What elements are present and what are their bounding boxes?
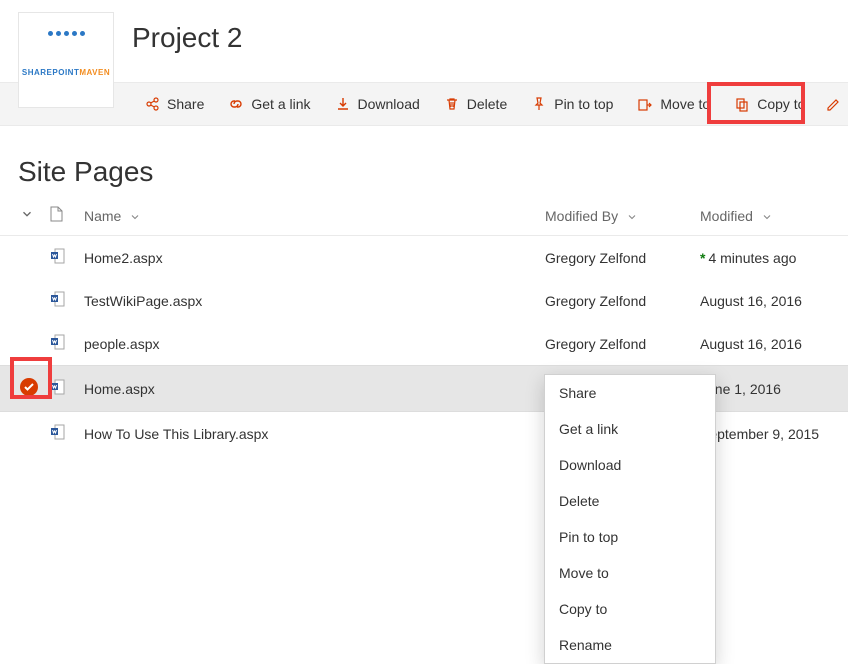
cmd-get-link[interactable]: Get a link bbox=[216, 83, 322, 125]
modified-date: August 16, 2016 bbox=[700, 293, 802, 309]
table-row[interactable]: TestWikiPage.aspx Gregory Zelfond August 1… bbox=[0, 279, 848, 322]
file-name[interactable]: Home2.aspx bbox=[84, 250, 163, 266]
link-icon bbox=[228, 96, 244, 112]
ctx-delete[interactable]: Delete bbox=[545, 483, 715, 519]
cmd-more-cut[interactable]: R bbox=[817, 83, 848, 125]
col-mod-label: Modified bbox=[700, 208, 753, 224]
chevron-down-icon bbox=[129, 211, 141, 223]
edit-icon bbox=[825, 96, 841, 112]
modified-by: Gregory Zelfond bbox=[545, 250, 646, 266]
header-row: Name Modified By Modified bbox=[0, 196, 848, 236]
col-type[interactable] bbox=[50, 196, 84, 236]
context-menu: Share Get a link Download Delete Pin to … bbox=[544, 374, 716, 664]
command-bar: Share Get a link Download Delete Pin to … bbox=[0, 82, 848, 126]
aspx-file-icon bbox=[50, 334, 66, 350]
cmd-get-link-label: Get a link bbox=[251, 96, 310, 112]
ctx-share[interactable]: Share bbox=[545, 375, 715, 411]
chevron-down-icon bbox=[626, 211, 638, 223]
ctx-get-link[interactable]: Get a link bbox=[545, 411, 715, 447]
table-row[interactable]: How To Use This Library.aspx September 9,… bbox=[0, 412, 848, 456]
col-modified-by[interactable]: Modified By bbox=[545, 196, 700, 236]
col-modby-label: Modified By bbox=[545, 208, 618, 224]
ctx-pin-to-top[interactable]: Pin to top bbox=[545, 519, 715, 555]
share-icon bbox=[144, 96, 160, 112]
cmd-pin-to-top[interactable]: Pin to top bbox=[519, 83, 625, 125]
table-row[interactable]: people.aspx Gregory Zelfond August 16, 201… bbox=[0, 322, 848, 366]
cmd-share-label: Share bbox=[167, 96, 204, 112]
file-table: Name Modified By Modified Home2.aspx Greg… bbox=[0, 196, 848, 455]
file-icon bbox=[50, 209, 63, 225]
cmd-delete-label: Delete bbox=[467, 96, 507, 112]
aspx-file-icon bbox=[50, 379, 66, 395]
download-icon bbox=[335, 96, 351, 112]
row-selected-check-icon[interactable] bbox=[20, 378, 38, 396]
cmd-download-label: Download bbox=[358, 96, 420, 112]
modified-date: August 16, 2016 bbox=[700, 336, 802, 352]
file-name[interactable]: Home.aspx bbox=[84, 381, 155, 397]
chevron-down-icon bbox=[20, 208, 34, 224]
cmd-move-to[interactable]: Move to bbox=[625, 83, 722, 125]
logo-text: SHAREPOINTMAVEN bbox=[22, 68, 110, 77]
col-name[interactable]: Name bbox=[84, 196, 545, 236]
col-name-label: Name bbox=[84, 208, 121, 224]
file-name[interactable]: people.aspx bbox=[84, 336, 160, 352]
ctx-copy-to[interactable]: Copy to bbox=[545, 591, 715, 627]
copy-icon bbox=[734, 96, 750, 112]
modified-by: Gregory Zelfond bbox=[545, 293, 646, 309]
cmd-share[interactable]: Share bbox=[132, 83, 216, 125]
modified-date: September 9, 2015 bbox=[700, 426, 819, 442]
delete-icon bbox=[444, 96, 460, 112]
aspx-file-icon bbox=[50, 248, 66, 264]
site-logo[interactable]: SHAREPOINTMAVEN bbox=[18, 12, 114, 108]
cmd-delete[interactable]: Delete bbox=[432, 83, 519, 125]
cmd-copy-label: Copy to bbox=[757, 96, 805, 112]
new-indicator-icon: * bbox=[700, 250, 705, 266]
cmd-copy-to[interactable]: Copy to bbox=[722, 83, 817, 125]
library-title: Site Pages bbox=[0, 126, 848, 196]
table-row[interactable]: Home2.aspx Gregory Zelfond *4 minutes ago bbox=[0, 236, 848, 280]
modified-date: 4 minutes ago bbox=[708, 250, 796, 266]
cmd-pin-label: Pin to top bbox=[554, 96, 613, 112]
ctx-rename[interactable]: Rename bbox=[545, 627, 715, 663]
ctx-download[interactable]: Download bbox=[545, 447, 715, 483]
aspx-file-icon bbox=[50, 291, 66, 307]
table-row[interactable]: Home.aspxJune 1, 2016 bbox=[0, 366, 848, 412]
col-modified[interactable]: Modified bbox=[700, 196, 848, 236]
file-name[interactable]: TestWikiPage.aspx bbox=[84, 293, 202, 309]
move-icon bbox=[637, 96, 653, 112]
ctx-move-to[interactable]: Move to bbox=[545, 555, 715, 591]
cmd-move-label: Move to bbox=[660, 96, 710, 112]
cmd-download[interactable]: Download bbox=[323, 83, 432, 125]
chevron-down-icon bbox=[761, 211, 773, 223]
site-title[interactable]: Project 2 bbox=[0, 0, 848, 82]
header: SHAREPOINTMAVEN Project 2 Share Get a li… bbox=[0, 0, 848, 126]
logo-graphic bbox=[19, 31, 113, 36]
aspx-file-icon bbox=[50, 424, 66, 440]
col-select[interactable] bbox=[0, 196, 50, 236]
pin-icon bbox=[531, 96, 547, 112]
file-name[interactable]: How To Use This Library.aspx bbox=[84, 426, 268, 442]
modified-by: Gregory Zelfond bbox=[545, 336, 646, 352]
